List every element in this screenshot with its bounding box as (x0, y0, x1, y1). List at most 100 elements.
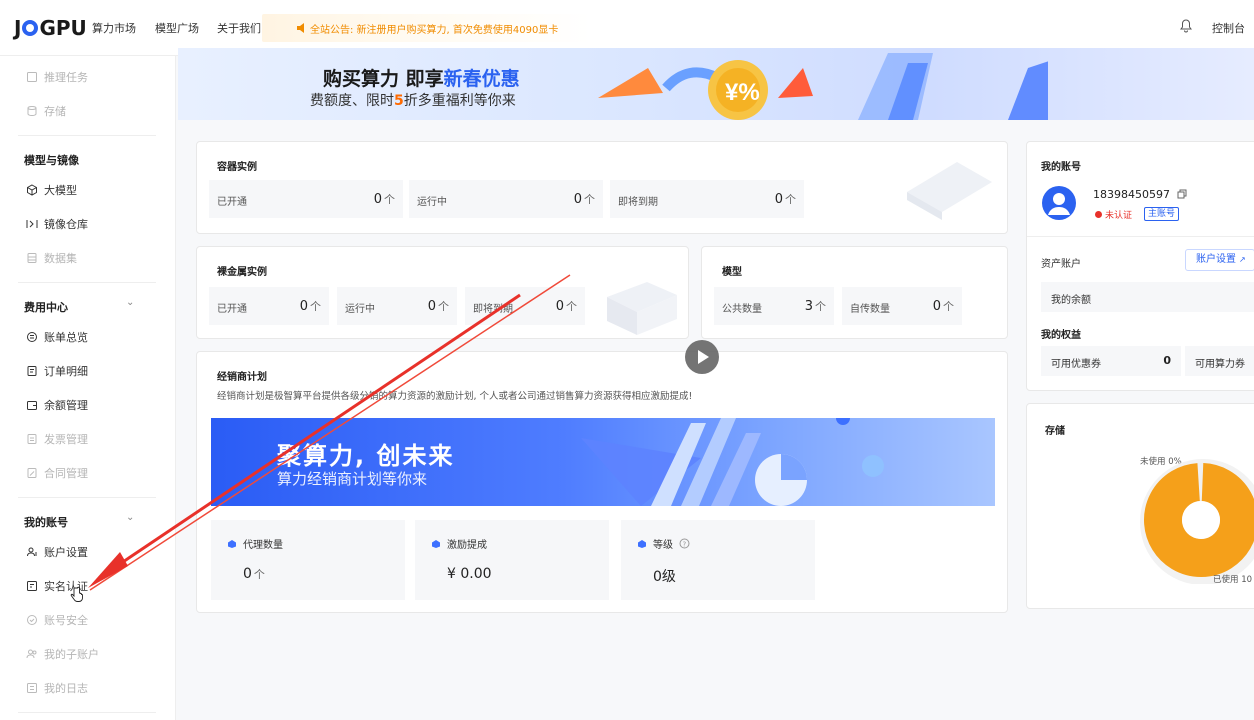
sidebar-item-invoice[interactable]: 发票管理 (26, 430, 88, 448)
sidebar-item-image-repo[interactable]: 镜像仓库 (26, 215, 88, 233)
chevron-down-icon[interactable]: ⌄ (126, 512, 134, 523)
stat-cell-expiring[interactable]: 即将到期 0个 (465, 287, 585, 325)
stat-number: 0 (932, 299, 941, 314)
stat-value: 0个 (933, 298, 954, 314)
bare-metal-card: 裸金属实例 已开通 0个 运行中 0个 即将到期 0个 (196, 246, 689, 339)
stat-unit: 个 (310, 300, 321, 313)
account-phone: 18398450597 (1093, 188, 1170, 201)
play-video-button[interactable] (685, 340, 719, 374)
stat-commission[interactable]: 激励提成 ¥ 0.00 (415, 520, 609, 600)
stat-cell-running[interactable]: 运行中 0个 (409, 180, 603, 218)
my-account-card: 我的账号 18398450597 未认证 主账号 资产账户 账户设置 ↗ 我的余额… (1026, 141, 1254, 391)
sidebar-item-label: 我的日志 (44, 682, 88, 695)
promo-banner[interactable]: 购买算力 即享新春优惠 费额度、限时5折多重福利等你来 ¥% (178, 48, 1254, 120)
contract-icon (27, 468, 37, 478)
stat-cell-public[interactable]: 公共数量 3个 (714, 287, 834, 325)
external-link-icon: ↗ (1239, 255, 1246, 264)
banner-title: 购买算力 即享新春优惠 (323, 64, 520, 91)
avatar[interactable] (1042, 186, 1076, 220)
sidebar-item-my-logs[interactable]: 我的日志 (26, 679, 88, 697)
cube-icon (27, 184, 37, 196)
reseller-promo-banner[interactable]: 聚算力, 创未来 算力经销商计划等你来 (211, 418, 995, 506)
stat-value: 0个 (428, 298, 449, 314)
sidebar-item-label: 余额管理 (44, 399, 88, 412)
sidebar-item-storage[interactable]: 存储 (26, 102, 66, 120)
card-title: 裸金属实例 (217, 267, 267, 278)
sidebar-item-sub-accounts[interactable]: 我的子账户 (26, 645, 99, 663)
users-icon (26, 649, 37, 659)
sidebar-item-balance[interactable]: 余额管理 (26, 396, 88, 414)
voucher-row[interactable]: 可用算力券 (1185, 346, 1254, 376)
coupon-value: 0 (1163, 354, 1171, 367)
sidebar-item-contract[interactable]: 合同管理 (26, 464, 88, 482)
nav-compute-market[interactable]: 算力市场 (92, 20, 136, 36)
stat-number: 0 (427, 299, 436, 314)
stat-value: 0个 (556, 298, 577, 314)
sidebar-item-label: 数据集 (44, 252, 77, 265)
help-icon[interactable]: ? (679, 538, 690, 549)
coin-symbol: ¥% (725, 79, 760, 106)
log-icon (27, 683, 37, 693)
stat-label: 运行中 (417, 197, 447, 208)
banner-illustration: ¥% (598, 53, 1048, 120)
stat-cell-opened[interactable]: 已开通 0个 (209, 180, 403, 218)
sidebar-item-inference[interactable]: 推理任务 (26, 68, 88, 86)
verify-status-text: 未认证 (1105, 211, 1133, 221)
chevron-down-icon[interactable]: ⌄ (126, 297, 134, 308)
stat-cell-expiring[interactable]: 即将到期 0个 (610, 180, 804, 218)
sidebar-item-label: 账户设置 (44, 546, 88, 559)
sidebar-item-large-model[interactable]: 大模型 (26, 181, 77, 199)
console-link[interactable]: 控制台 (1212, 20, 1245, 36)
main-account-tag: 主账号 (1144, 207, 1180, 221)
stat-label: 激励提成 (447, 540, 487, 551)
voucher-label: 可用算力券 (1195, 359, 1245, 370)
donut-hole (1182, 501, 1220, 539)
stat-value: 0个 (374, 191, 395, 207)
logo-mark (22, 20, 39, 36)
sidebar-item-account-security[interactable]: 账号安全 (26, 611, 88, 629)
stat-number: 0 (555, 299, 564, 314)
account-settings-button[interactable]: 账户设置 ↗ (1185, 249, 1254, 271)
announcement-bar[interactable]: 全站公告: 新注册用户购买算力, 首次免费使用4090显卡 (262, 14, 592, 42)
nav-about-us[interactable]: 关于我们 (217, 20, 261, 36)
balance-row[interactable]: 我的余额 (1041, 282, 1254, 312)
card-title: 容器实例 (217, 162, 257, 173)
sidebar-group-account[interactable]: 我的账号 (24, 514, 68, 530)
announcement-text: 全站公告: 新注册用户购买算力, 首次免费使用4090显卡 (310, 24, 559, 36)
stat-number: 0 (299, 299, 308, 314)
stat-label: 即将到期 (618, 197, 658, 208)
storage-used-label: 已使用 10 (1213, 575, 1253, 585)
sidebar-item-dataset[interactable]: 数据集 (26, 249, 77, 267)
level-icon (638, 539, 646, 548)
sidebar-item-real-name-auth[interactable]: 实名认证 (26, 577, 88, 602)
logo-j: J (14, 16, 22, 40)
coupon-row[interactable]: 可用优惠券 0 (1041, 346, 1181, 376)
sidebar-item-account-settings[interactable]: 账户设置 (26, 543, 88, 561)
sidebar-item-label: 推理任务 (44, 71, 88, 84)
logo[interactable]: J GPU (14, 16, 87, 40)
verify-status-badge[interactable]: 未认证 (1095, 208, 1132, 221)
nav-model-square[interactable]: 模型广场 (155, 20, 199, 36)
sidebar-group-billing[interactable]: 费用中心 (24, 299, 68, 315)
storage-icon (27, 106, 37, 117)
card-title: 模型 (722, 267, 742, 278)
banner-title-main: 购买算力 即享 (323, 68, 444, 90)
sidebar-item-label: 大模型 (44, 184, 77, 197)
copy-icon[interactable] (1177, 189, 1187, 199)
sidebar-group-model: 模型与镜像 (24, 154, 79, 167)
promo-illustration (581, 418, 884, 506)
rights-title: 我的权益 (1041, 330, 1081, 341)
stat-cell-opened[interactable]: 已开通 0个 (209, 287, 329, 325)
agent-icon (228, 539, 236, 548)
stat-agent-count[interactable]: 代理数量 0个 (211, 520, 405, 600)
sidebar-item-order-details[interactable]: 订单明细 (26, 362, 88, 380)
sidebar-item-label: 账单总览 (44, 331, 88, 344)
shield-icon (27, 615, 37, 625)
bell-icon[interactable] (1180, 19, 1192, 33)
promo-subtitle: 算力经销商计划等你来 (277, 470, 428, 488)
stat-unit: 个 (438, 300, 449, 313)
stat-level[interactable]: 等级? 0级 (621, 520, 815, 600)
stat-cell-uploaded[interactable]: 自传数量 0个 (842, 287, 962, 325)
sidebar-item-bill-overview[interactable]: 账单总览 (26, 328, 88, 346)
stat-cell-running[interactable]: 运行中 0个 (337, 287, 457, 325)
